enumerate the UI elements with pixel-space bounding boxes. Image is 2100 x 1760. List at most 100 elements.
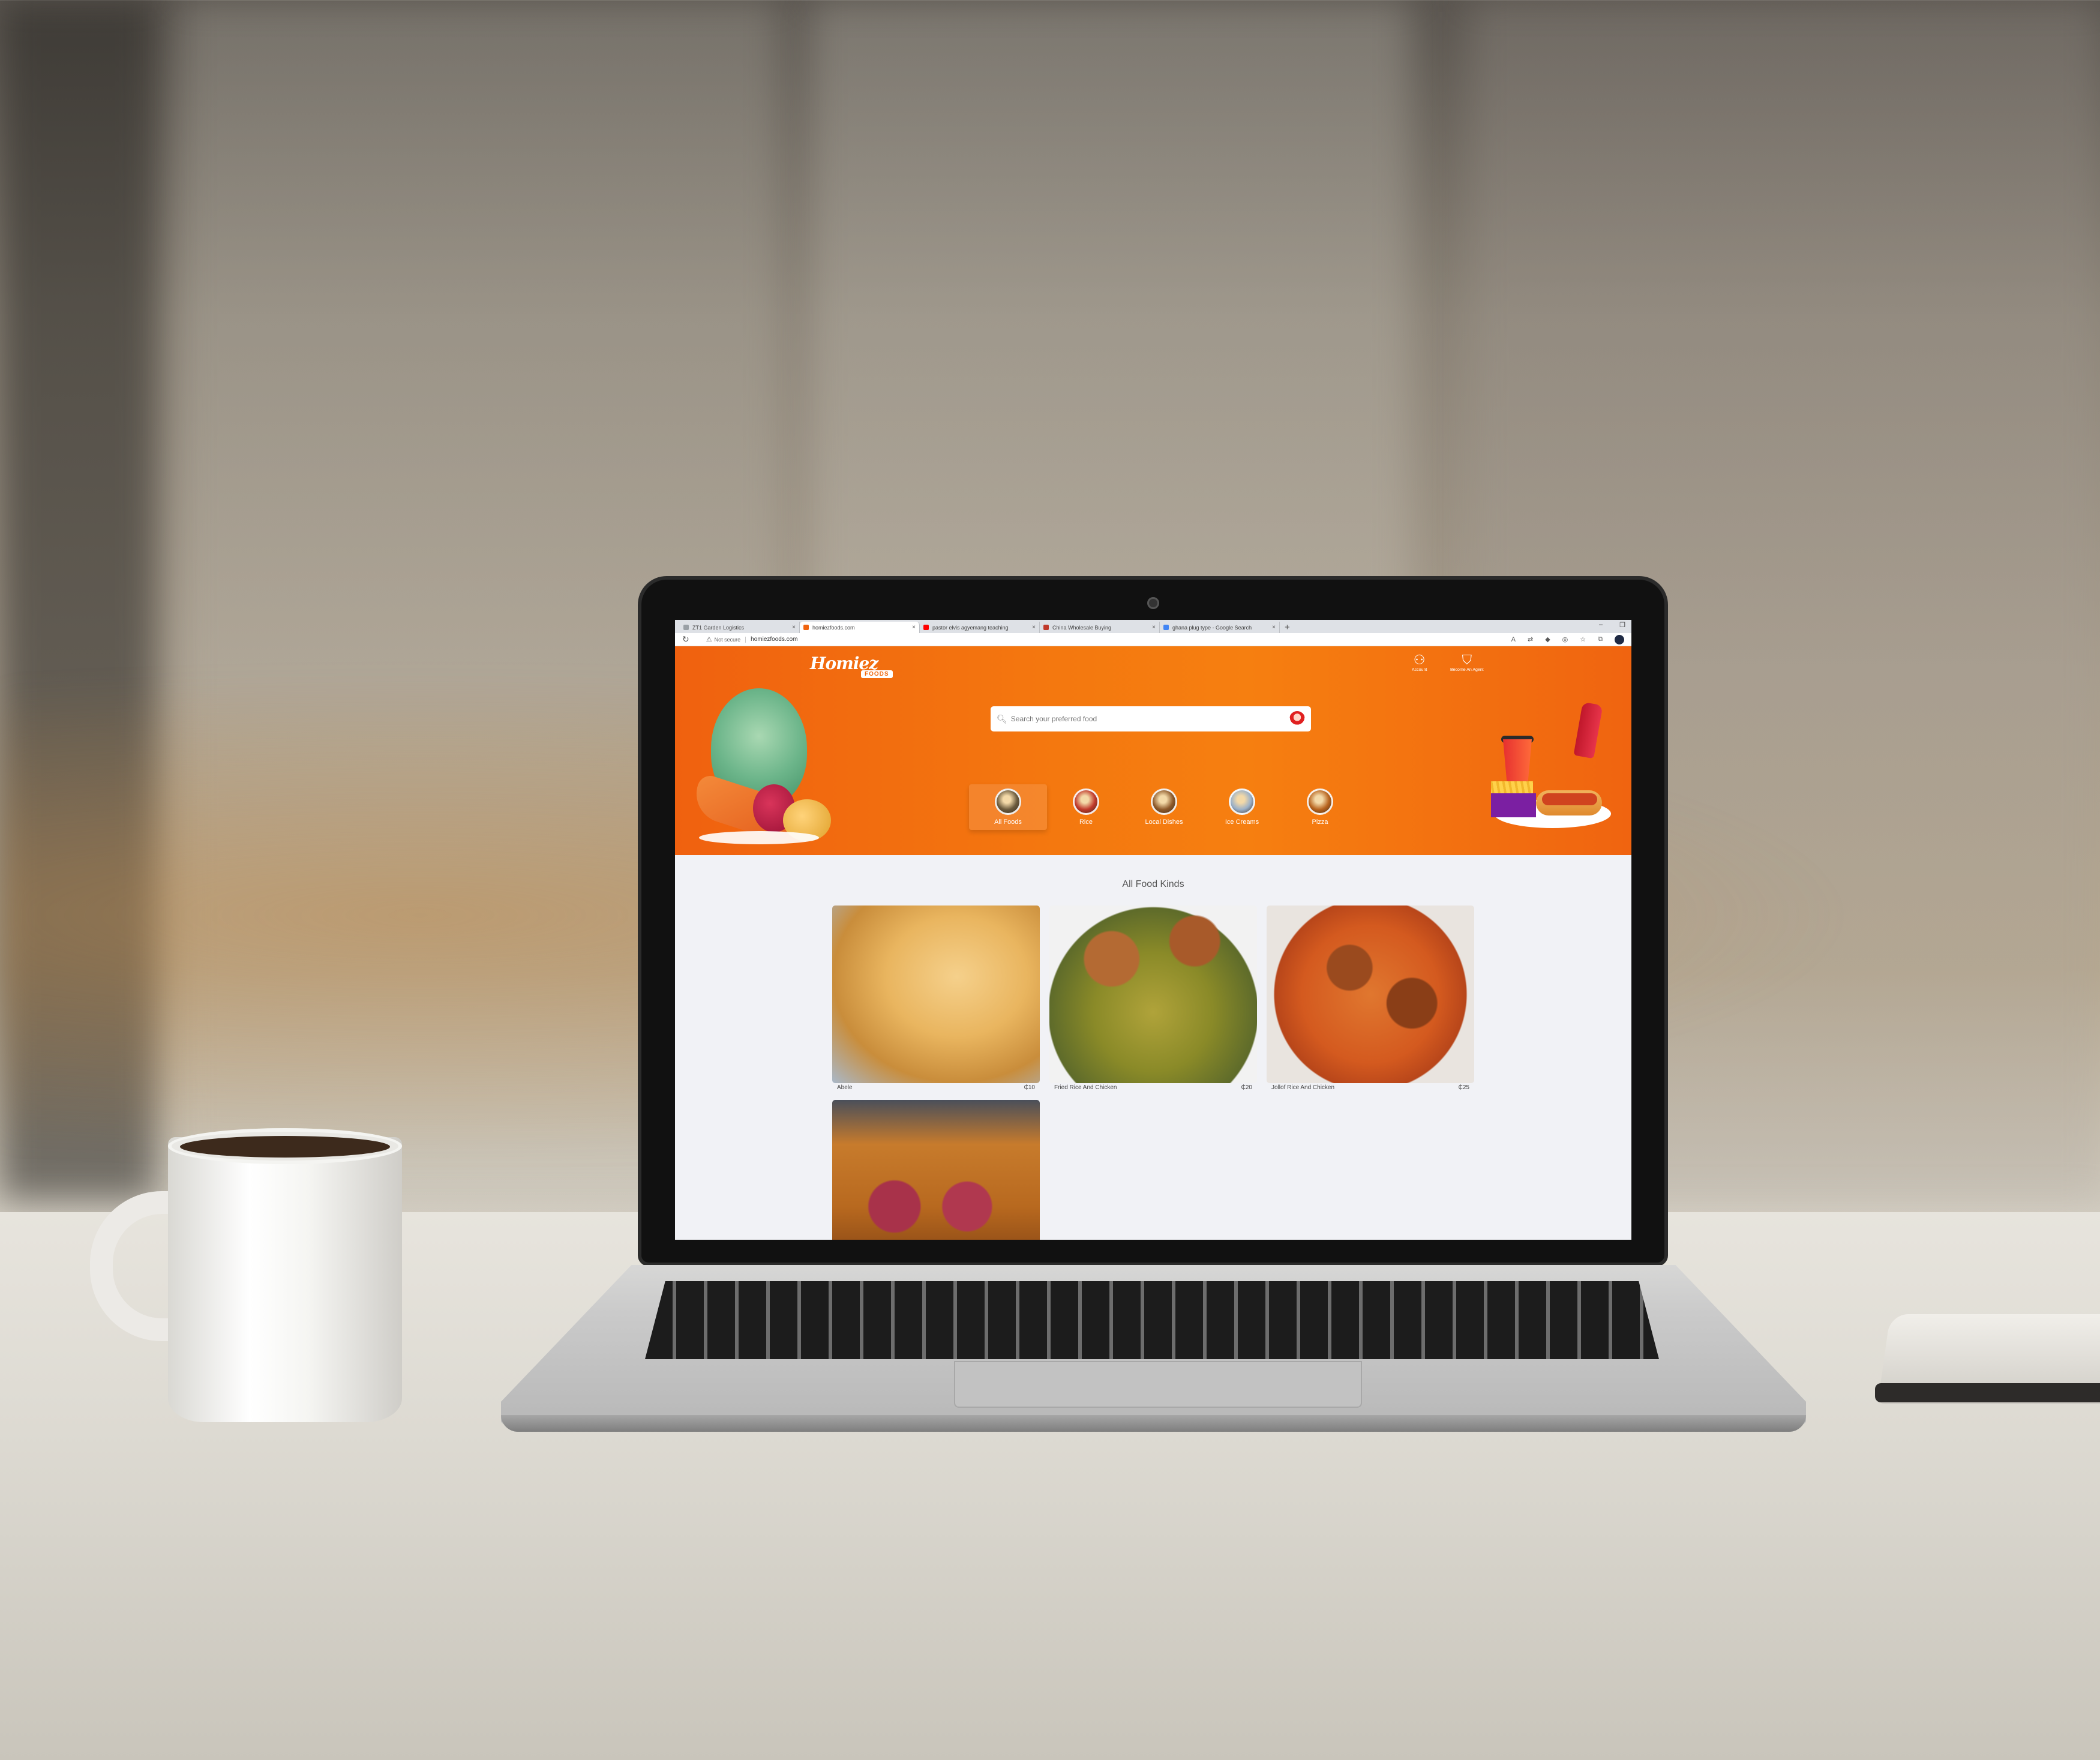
read-aloud-icon[interactable]: A (1511, 636, 1516, 643)
vegetables-illustration (689, 688, 831, 847)
category-label: Ice Creams (1225, 818, 1259, 826)
food-card[interactable] (832, 1100, 1040, 1240)
favicon-icon (803, 625, 809, 630)
category-tabs: All Foods Rice Local Dishes Ice Creams P… (969, 784, 1359, 830)
notebook-spine (1875, 1383, 2100, 1402)
search-box[interactable]: 🔍︎ (991, 706, 1311, 731)
pizza-thumbnail (1307, 788, 1333, 815)
google-icon (1163, 625, 1169, 630)
address-bar: ↻ ⚠ Not secure homiezfoods.com A ⇄ ◆ ◎ ☆… (675, 633, 1631, 646)
food-name: Fried Rice And Chicken (1054, 1084, 1117, 1091)
new-tab-button[interactable]: + (1280, 622, 1295, 633)
food-name: Jollof Rice And Chicken (1271, 1084, 1335, 1091)
food-card[interactable]: Jollof Rice And Chicken ₵25 (1267, 906, 1474, 1093)
close-icon[interactable]: × (792, 624, 796, 631)
shield-check-icon: ⛉ (1462, 652, 1472, 667)
drink-cup-shape (1503, 739, 1532, 787)
tab-title: ZT1 Garden Logistics (692, 624, 745, 631)
food-image[interactable] (1049, 906, 1257, 1083)
laptop-keyboard (645, 1281, 1659, 1359)
tab-title: ghana plug type - Google Search (1172, 624, 1252, 631)
tab-title: China Wholesale Buying (1052, 624, 1112, 631)
food-image[interactable] (832, 906, 1040, 1083)
category-all-foods[interactable]: All Foods (969, 784, 1047, 830)
category-local-dishes[interactable]: Local Dishes (1125, 784, 1203, 830)
search-input[interactable] (1010, 715, 1289, 723)
food-price: ₵25 (1458, 1084, 1469, 1091)
category-label: Pizza (1312, 818, 1328, 826)
favorites-icon[interactable]: ☆ (1580, 635, 1586, 643)
browser-tab[interactable]: ghana plug type - Google Search × (1160, 622, 1280, 633)
browser-toolbar-icons: A ⇄ ◆ ◎ ☆ ⧉ (1511, 634, 1624, 644)
food-price: ₵20 (1241, 1084, 1252, 1091)
warning-icon[interactable]: ⚠ (706, 635, 712, 643)
food-image[interactable] (832, 1100, 1040, 1240)
food-card[interactable]: Abele ₵10 (832, 906, 1040, 1093)
food-meta: Abele ₵10 (832, 1083, 1040, 1093)
local-dishes-thumbnail (1151, 788, 1177, 815)
food-grid: Abele ₵10 Fried Rice And Chicken ₵20 Jol… (832, 906, 1474, 1240)
tab-title: pastor elvis agyemang teaching (932, 624, 1009, 631)
category-rice[interactable]: Rice (1047, 784, 1125, 830)
fries-box-shape (1491, 793, 1536, 817)
food-image[interactable] (1267, 906, 1474, 1083)
restore-button[interactable]: ❐ (1619, 621, 1625, 629)
browser-tab[interactable]: pastor elvis agyemang teaching × (920, 622, 1040, 633)
fast-food-illustration (1488, 701, 1614, 829)
copilot-icon[interactable]: ◎ (1562, 635, 1568, 643)
ice-creams-thumbnail (1229, 788, 1255, 815)
profile-icon[interactable] (1615, 634, 1624, 644)
plate-shape (699, 831, 819, 844)
close-icon[interactable]: × (1032, 624, 1036, 631)
close-icon[interactable]: × (912, 624, 916, 631)
laptop-screen: ZT1 Garden Logistics × homiezfoods.com ×… (675, 620, 1631, 1240)
rice-thumbnail (1073, 788, 1099, 815)
user-icon: ⚇ (1413, 652, 1426, 667)
tab-title: homiezfoods.com (812, 624, 855, 631)
close-icon[interactable]: × (1152, 624, 1156, 631)
become-agent-button[interactable]: ⛉ Become An Agent (1450, 652, 1484, 672)
become-agent-label: Become An Agent (1450, 668, 1484, 672)
extension-icon[interactable]: ◆ (1545, 635, 1550, 643)
browser-tab[interactable]: China Wholesale Buying × (1040, 622, 1160, 633)
translate-icon[interactable]: ⇄ (1528, 635, 1533, 643)
food-name: Abele (837, 1084, 853, 1091)
site-logo-badge: FOODS (861, 670, 893, 678)
favicon-icon (1043, 625, 1049, 630)
collections-icon[interactable]: ⧉ (1598, 635, 1603, 643)
ketchup-bottle-shape (1573, 701, 1603, 759)
account-label: Account (1412, 668, 1427, 672)
search-icon: 🔍︎ (997, 713, 1007, 724)
food-price: ₵10 (1024, 1084, 1035, 1091)
hero-banner: Homiez FOODS ⚇ Account ⛉ Become An Agent… (675, 646, 1631, 855)
category-pizza[interactable]: Pizza (1281, 784, 1359, 830)
category-label: All Foods (994, 818, 1022, 826)
sausage-shape (1542, 793, 1597, 805)
webcam-icon (1147, 597, 1159, 609)
category-ice-creams[interactable]: Ice Creams (1203, 784, 1281, 830)
mascot-icon (1289, 711, 1305, 727)
laptop-base-edge (501, 1415, 1806, 1432)
favicon-icon (683, 625, 689, 630)
food-meta: Jollof Rice And Chicken ₵25 (1267, 1083, 1474, 1093)
account-button[interactable]: ⚇ Account (1412, 652, 1427, 672)
laptop-trackpad (954, 1361, 1362, 1408)
food-card[interactable]: Fried Rice And Chicken ₵20 (1049, 906, 1257, 1093)
url-field[interactable]: homiezfoods.com (751, 636, 1511, 643)
youtube-icon (923, 625, 929, 630)
browser-tab[interactable]: ZT1 Garden Logistics × (680, 622, 800, 633)
food-meta: Fried Rice And Chicken ₵20 (1049, 1083, 1257, 1093)
close-icon[interactable]: × (1272, 624, 1276, 631)
category-label: Local Dishes (1145, 818, 1183, 826)
all-foods-thumbnail (995, 788, 1021, 815)
category-label: Rice (1079, 818, 1093, 826)
reload-icon[interactable]: ↻ (682, 634, 689, 644)
food-listing: All Food Kinds Abele ₵10 Fried Rice And … (675, 855, 1631, 1240)
window-controls: – ❐ (1599, 621, 1625, 629)
coffee-mug (168, 1137, 402, 1422)
security-status[interactable]: Not secure (715, 636, 746, 643)
mug-coffee (180, 1136, 390, 1158)
minimize-button[interactable]: – (1599, 621, 1603, 629)
browser-tab-active[interactable]: homiezfoods.com × (800, 622, 920, 633)
browser-tabstrip: ZT1 Garden Logistics × homiezfoods.com ×… (675, 620, 1631, 633)
